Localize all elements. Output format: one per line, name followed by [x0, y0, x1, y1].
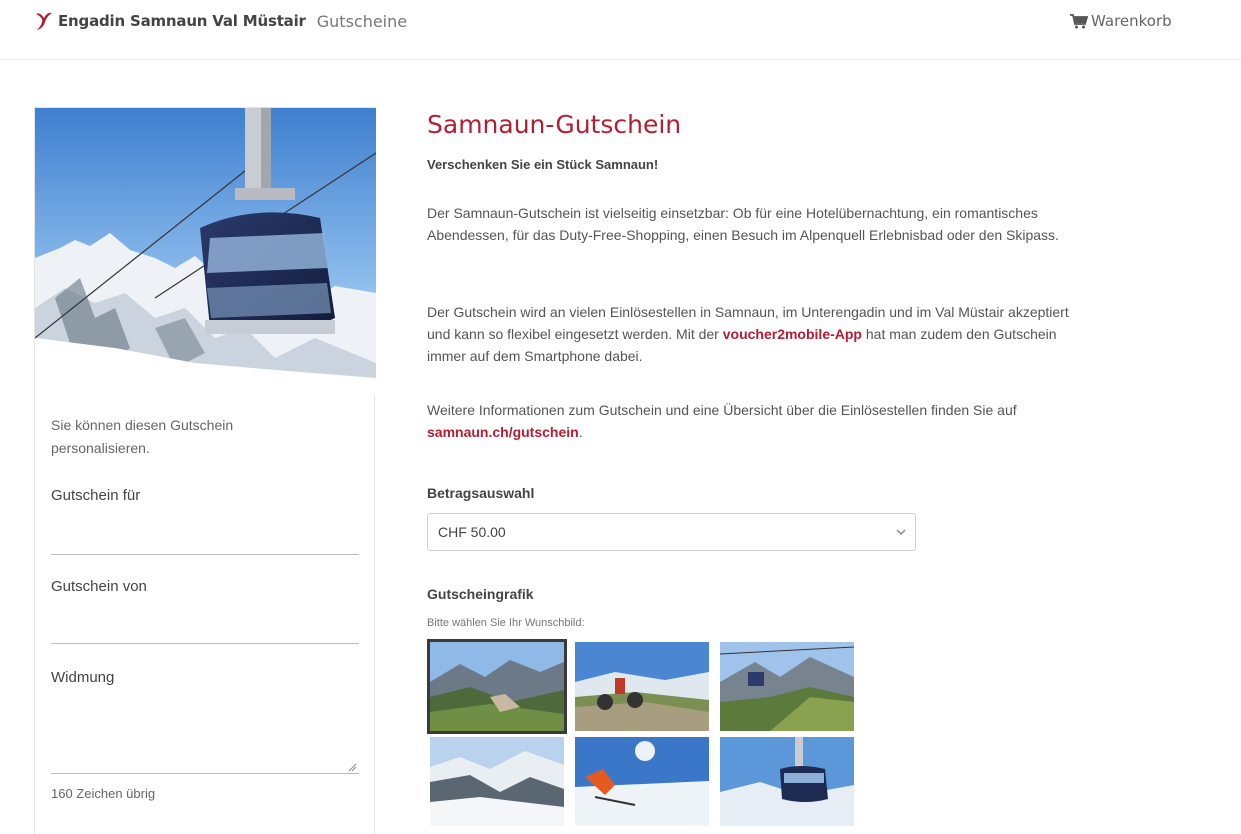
cart-link[interactable]: Warenkorb [1070, 12, 1172, 30]
amount-label: Betragsauswahl [427, 485, 535, 501]
voucher-hero-image [35, 108, 376, 395]
voucher-graphic-option[interactable] [575, 642, 709, 731]
brand-logo-icon [36, 12, 52, 30]
voucher-for-label: Gutschein für [51, 487, 141, 504]
dedication-label: Widmung [51, 669, 115, 686]
description-paragraph: Der Samnaun-Gutschein ist vielseitig ein… [427, 205, 1059, 243]
voucher-from-label: Gutschein von [51, 578, 147, 595]
personalize-note: Sie können diesen Gutschein personalisie… [51, 417, 234, 456]
voucher-for-input[interactable] [51, 554, 359, 555]
redemption-paragraph: Der Gutschein wird an vielen Einlösestel… [427, 304, 1069, 364]
amount-select[interactable]: CHF 50.00 [427, 513, 916, 551]
graphic-hint: Bitte wählen Sie Ihr Wunschbild: [427, 617, 585, 629]
brand-link[interactable]: Engadin Samnaun Val Müstair Gutscheine [34, 10, 407, 32]
more-info-paragraph: Weitere Informationen zum Gutschein und … [427, 402, 1017, 440]
lead-text: Verschenken Sie ein Stück Samnaun! [427, 157, 659, 172]
chevron-down-icon [896, 529, 906, 536]
graphic-label: Gutscheingrafik [427, 586, 534, 602]
resize-handle-icon[interactable] [347, 762, 357, 772]
amount-selected-value: CHF 50.00 [438, 524, 506, 540]
samnaun-voucher-link[interactable]: samnaun.ch/gutschein [427, 424, 579, 440]
personalization-panel: Sie können diesen Gutschein personalisie… [34, 107, 376, 834]
dedication-textarea[interactable] [51, 773, 359, 774]
page-title: Samnaun-Gutschein [427, 110, 682, 139]
voucher-graphic-option[interactable] [575, 737, 709, 826]
voucher-graphic-option[interactable] [720, 642, 854, 731]
brand-name: Engadin Samnaun Val Müstair [58, 12, 306, 30]
brand-section[interactable]: Gutscheine [317, 12, 407, 31]
chars-remaining: 160 Zeichen übrig [51, 786, 156, 801]
top-navbar: Engadin Samnaun Val Müstair Gutscheine W… [0, 0, 1241, 60]
cart-label: Warenkorb [1091, 12, 1172, 30]
voucher2mobile-link[interactable]: voucher2mobile-App [723, 326, 862, 342]
voucher-from-input[interactable] [51, 643, 359, 644]
voucher-graphic-option[interactable] [430, 737, 564, 826]
voucher-graphic-option[interactable] [427, 639, 567, 734]
shopping-cart-icon [1070, 13, 1088, 28]
voucher-graphic-option[interactable] [720, 737, 854, 826]
